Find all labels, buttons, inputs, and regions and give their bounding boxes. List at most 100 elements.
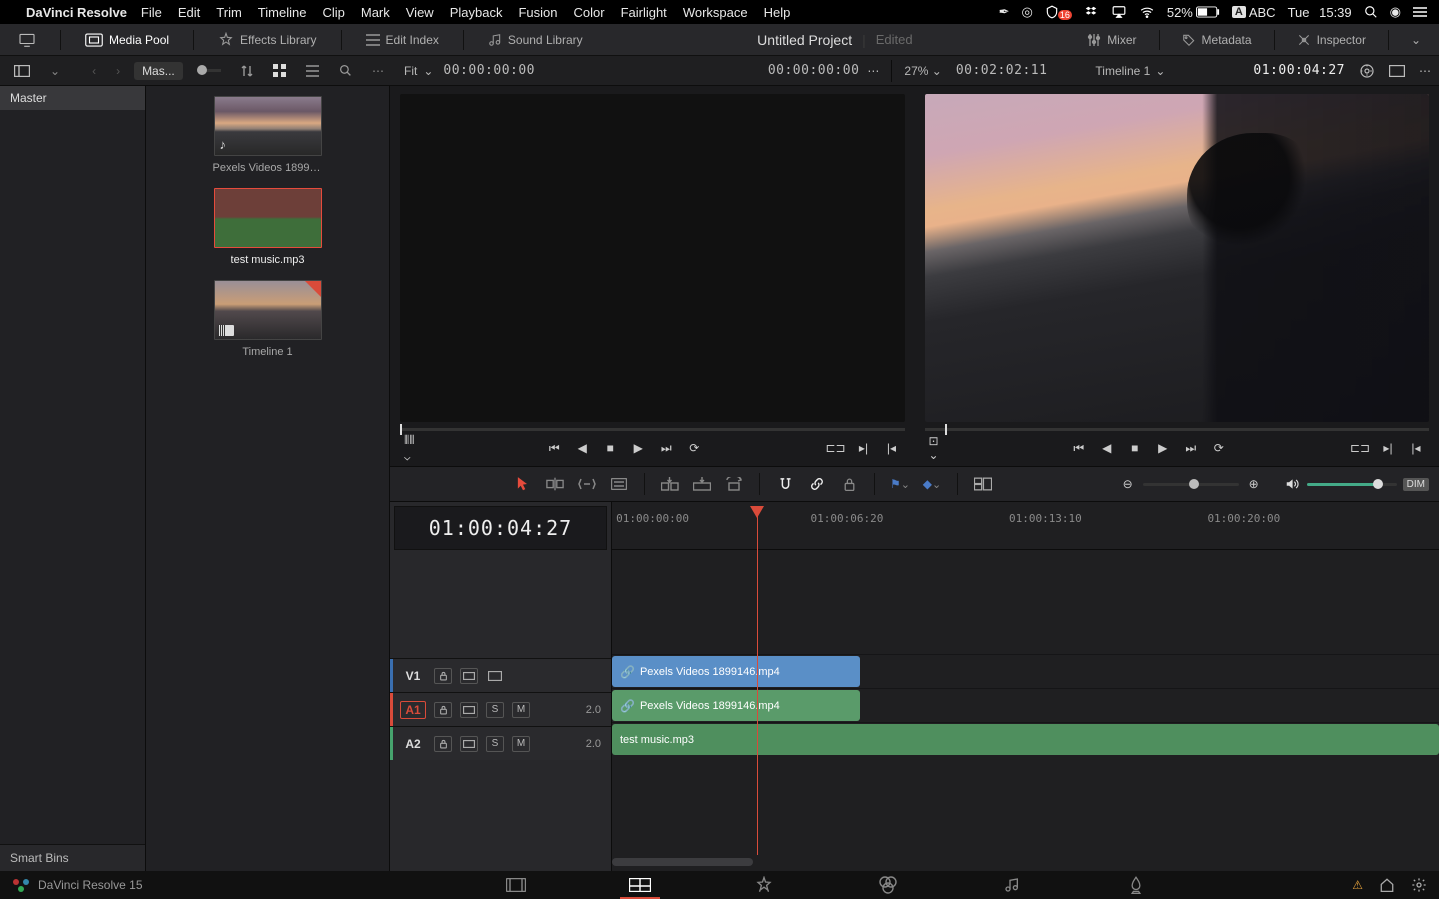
menu-file[interactable]: File <box>141 5 162 20</box>
menu-color[interactable]: Color <box>573 5 604 20</box>
sidebar-toggle-icon[interactable] <box>8 61 36 81</box>
metadata-toggle[interactable]: Metadata <box>1176 29 1258 51</box>
deliver-page-icon[interactable] <box>1106 871 1166 899</box>
program-canvas[interactable] <box>925 94 1430 422</box>
track-a2[interactable]: test music.mp3 <box>612 722 1439 756</box>
clip-audio[interactable]: test music.mp3 <box>612 724 1439 755</box>
timeline-big-timecode[interactable]: 01:00:04:27 <box>394 506 607 550</box>
effects-library-toggle[interactable]: Effects Library <box>212 28 322 52</box>
mute-button[interactable]: M <box>512 736 530 752</box>
track-v1[interactable]: 🔗 Pexels Videos 1899146.mp4 <box>612 654 1439 688</box>
siri-icon[interactable]: ◉ <box>1390 4 1401 20</box>
link-toggle-icon[interactable] <box>808 475 826 493</box>
edit-page-icon[interactable] <box>610 871 670 899</box>
keyboard-layout[interactable]: AABC <box>1232 5 1276 20</box>
jump-start-icon[interactable]: ⏮ <box>1070 439 1088 457</box>
in-point-icon[interactable]: ▸| <box>855 439 873 457</box>
transform-icon[interactable]: ⊡ ⌄ <box>929 439 947 457</box>
match-frame-icon[interactable]: ⊏⊐ <box>1351 439 1369 457</box>
menu-fairlight[interactable]: Fairlight <box>621 5 667 20</box>
media-page-icon[interactable] <box>486 871 546 899</box>
warning-icon[interactable]: ⚠ <box>1352 878 1363 892</box>
volume-icon[interactable] <box>1283 475 1301 493</box>
selection-tool-icon[interactable] <box>514 475 532 493</box>
auto-select-icon[interactable] <box>460 736 478 752</box>
thumb-size-slider[interactable] <box>197 65 207 75</box>
jump-end-icon[interactable]: ⏭ <box>1182 439 1200 457</box>
clock[interactable]: Tue 15:39 <box>1288 5 1352 20</box>
insert-clip-icon[interactable] <box>661 475 679 493</box>
edit-index-toggle[interactable]: Edit Index <box>360 29 445 51</box>
media-pool-toggle[interactable]: Media Pool <box>79 29 175 51</box>
timeline-selector[interactable]: Timeline 1 ⌄ <box>1095 64 1165 78</box>
timeline-tracks-area[interactable]: 01:00:00:00 01:00:06:20 01:00:13:10 01:0… <box>612 502 1439 871</box>
menu-playback[interactable]: Playback <box>450 5 503 20</box>
monitor-icon[interactable] <box>12 29 42 51</box>
airplay-icon[interactable] <box>1111 5 1127 19</box>
lock-icon[interactable] <box>434 702 452 718</box>
search-icon[interactable] <box>333 60 358 81</box>
match-frame-icon[interactable]: ⊏⊐ <box>827 439 845 457</box>
clip-audio[interactable]: 🔗 Pexels Videos 1899146.mp4 <box>612 690 860 721</box>
media-clip[interactable]: Timeline 1 <box>213 280 323 358</box>
menu-edit[interactable]: Edit <box>178 5 200 20</box>
timeline-h-scrollbar[interactable] <box>612 857 1439 867</box>
grid-view-icon[interactable] <box>267 60 292 81</box>
stop-icon[interactable]: ■ <box>1126 439 1144 457</box>
clip-video[interactable]: 🔗 Pexels Videos 1899146.mp4 <box>612 656 860 687</box>
color-page-icon[interactable] <box>858 871 918 899</box>
sort-icon[interactable] <box>235 61 259 81</box>
list-view-icon[interactable] <box>300 61 325 81</box>
timeline-ruler[interactable]: 01:00:00:00 01:00:06:20 01:00:13:10 01:0… <box>612 506 1439 550</box>
volume-slider[interactable] <box>1307 483 1397 486</box>
play-icon[interactable]: ▶ <box>629 439 647 457</box>
inspector-toggle[interactable]: Inspector <box>1291 29 1372 51</box>
more-icon[interactable]: ⋯ <box>366 60 390 82</box>
blade-tool-icon[interactable] <box>610 475 628 493</box>
bin-master[interactable]: Master <box>0 86 145 110</box>
spotlight-icon[interactable] <box>1364 5 1378 19</box>
mixer-toggle[interactable]: Mixer <box>1081 29 1142 51</box>
shield-icon[interactable]: 16 <box>1045 4 1072 20</box>
auto-select-icon[interactable] <box>460 668 478 684</box>
bypass-color-icon[interactable] <box>1359 63 1375 79</box>
overwrite-clip-icon[interactable] <box>693 475 711 493</box>
fairlight-page-icon[interactable] <box>982 871 1042 899</box>
lock-toggle-icon[interactable] <box>840 475 858 493</box>
loop-icon[interactable]: ⟳ <box>685 439 703 457</box>
auto-select-icon[interactable] <box>460 702 478 718</box>
menu-trim[interactable]: Trim <box>216 5 242 20</box>
menu-fusion[interactable]: Fusion <box>518 5 557 20</box>
settings-icon[interactable] <box>1411 877 1427 893</box>
program-more-icon[interactable]: ⋯ <box>1419 64 1431 78</box>
dropbox-icon[interactable] <box>1084 5 1099 20</box>
menu-help[interactable]: Help <box>764 5 791 20</box>
out-point-icon[interactable]: |◂ <box>883 439 901 457</box>
lock-icon[interactable] <box>434 736 452 752</box>
solo-button[interactable]: S <box>486 736 504 752</box>
fit-dropdown[interactable]: Fit ⌄ <box>404 64 433 78</box>
wifi-icon[interactable] <box>1139 5 1155 19</box>
menu-mark[interactable]: Mark <box>361 5 390 20</box>
loop-icon[interactable]: ⟳ <box>1210 439 1228 457</box>
source-scrub-track[interactable] <box>400 428 905 431</box>
chevron-down-small-icon[interactable]: ⌄ <box>44 60 66 82</box>
timeline-view-options-icon[interactable] <box>974 475 992 493</box>
nav-back-icon[interactable]: ‹ <box>86 60 102 82</box>
monitor-track-icon[interactable] <box>486 668 504 684</box>
play-reverse-icon[interactable]: ◀ <box>573 439 591 457</box>
play-reverse-icon[interactable]: ◀ <box>1098 439 1116 457</box>
zoom-slider[interactable] <box>1143 483 1239 486</box>
nav-fwd-icon[interactable]: › <box>110 60 126 82</box>
program-scrub-track[interactable] <box>925 428 1430 431</box>
feather-icon[interactable]: ✒︎ <box>999 4 1010 20</box>
out-point-icon[interactable]: |◂ <box>1407 439 1425 457</box>
single-viewer-icon[interactable] <box>1389 65 1405 77</box>
menu-view[interactable]: View <box>406 5 434 20</box>
fusion-page-icon[interactable] <box>734 871 794 899</box>
audio-waveform-icon[interactable]: ⦀⦀ ⌄ <box>404 439 422 457</box>
in-point-icon[interactable]: ▸| <box>1379 439 1397 457</box>
menu-timeline[interactable]: Timeline <box>258 5 307 20</box>
menu-workspace[interactable]: Workspace <box>683 5 748 20</box>
control-center-icon[interactable] <box>1413 6 1427 18</box>
